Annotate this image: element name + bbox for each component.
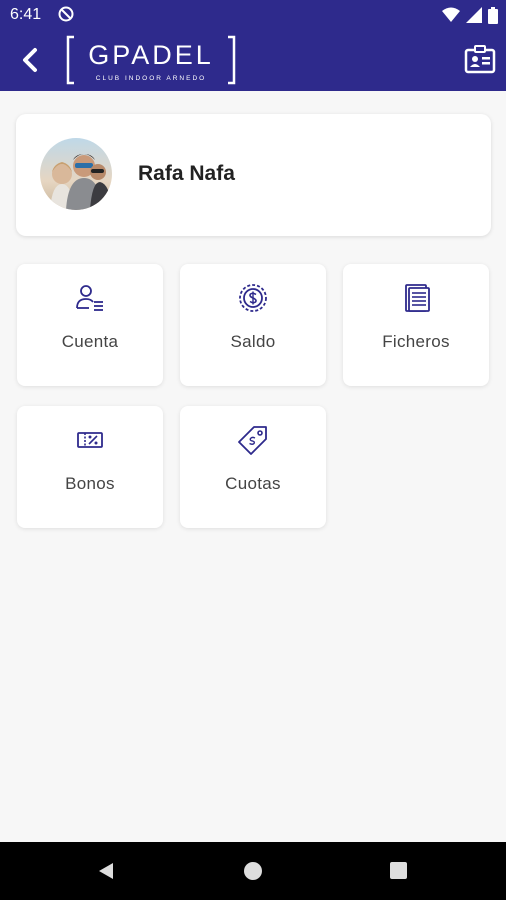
toolbar: GPADEL CLUB INDOOR ARNEDO bbox=[0, 30, 506, 91]
tile-ficheros[interactable]: Ficheros bbox=[343, 264, 489, 386]
nav-back-icon[interactable] bbox=[96, 861, 116, 881]
nav-recents-icon[interactable] bbox=[390, 862, 407, 879]
status-icons bbox=[442, 6, 498, 24]
logo-text: GPADEL bbox=[88, 40, 214, 70]
battery-icon bbox=[488, 6, 498, 24]
do-not-disturb-icon bbox=[58, 6, 74, 22]
status-time: 6:41 bbox=[10, 6, 42, 23]
system-nav-bar bbox=[0, 842, 506, 900]
club-logo: GPADEL CLUB INDOOR ARNEDO bbox=[66, 35, 236, 87]
back-button[interactable] bbox=[12, 42, 48, 78]
document-icon bbox=[405, 284, 430, 312]
nav-home-icon[interactable] bbox=[244, 862, 262, 880]
price-tag-icon bbox=[238, 426, 267, 455]
tile-label: Ficheros bbox=[382, 332, 450, 351]
voucher-icon bbox=[77, 432, 103, 448]
avatar-photo bbox=[40, 138, 112, 210]
tile-label: Cuotas bbox=[225, 474, 281, 493]
tile-cuenta[interactable]: Cuenta bbox=[17, 264, 163, 386]
app-header: 6:41 GPADEL CLUB INDOOR ARNEDO bbox=[0, 0, 506, 91]
chevron-left-icon bbox=[23, 48, 37, 72]
tile-label: Saldo bbox=[230, 332, 276, 351]
wifi-icon bbox=[442, 7, 460, 22]
profile-card: Rafa Nafa bbox=[16, 114, 491, 236]
logo-subtitle: CLUB INDOOR ARNEDO bbox=[95, 75, 207, 82]
user-list-icon bbox=[76, 285, 103, 311]
tile-bonos[interactable]: Bonos bbox=[17, 406, 163, 528]
id-card-icon[interactable] bbox=[464, 44, 496, 76]
status-bar: 6:41 bbox=[0, 0, 506, 30]
tile-saldo[interactable]: Saldo bbox=[180, 264, 326, 386]
profile-name: Rafa Nafa bbox=[138, 162, 235, 185]
coin-icon bbox=[239, 284, 267, 312]
tile-label: Cuenta bbox=[61, 332, 119, 351]
signal-icon bbox=[466, 7, 482, 23]
tile-cuotas[interactable]: Cuotas bbox=[180, 406, 326, 528]
tile-label: Bonos bbox=[65, 474, 115, 493]
avatar[interactable] bbox=[40, 138, 112, 210]
